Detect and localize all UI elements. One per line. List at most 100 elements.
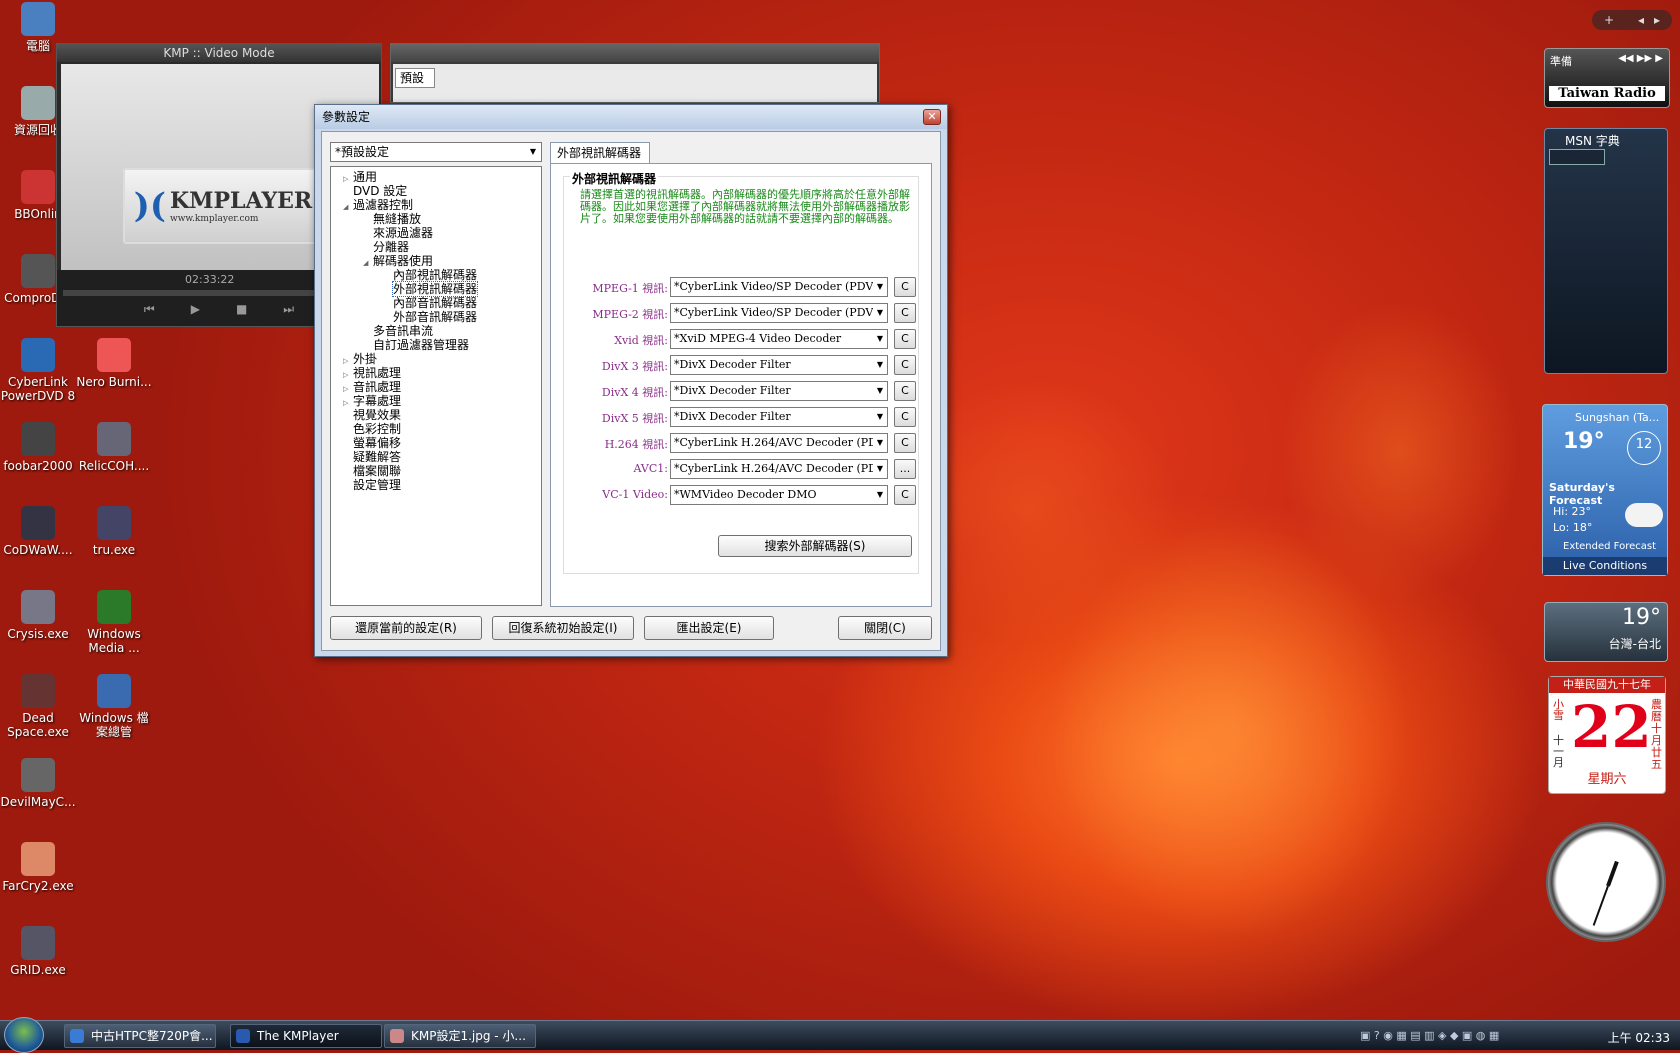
decoder-config-button[interactable]: ... — [894, 459, 916, 479]
settings-tree[interactable]: ▷ 通用 DVD 設定 ◢ 過濾器控制 無縫播放 來源過濾器 分離器 ◢ 解碼器使用 內部視訊解碼器… — [330, 166, 542, 606]
prev-icon[interactable]: ⏮ — [144, 302, 155, 317]
tree-item[interactable]: ▷ 通用 — [331, 170, 541, 184]
tree-item[interactable]: 設定管理 — [331, 478, 541, 492]
tree-item[interactable]: 檔案關聯 — [331, 464, 541, 478]
add-gadget-icon[interactable]: + — [1604, 10, 1614, 30]
tree-item[interactable]: ▷ 外掛 — [331, 352, 541, 366]
desktop-icon[interactable]: Windows 檔案總管 — [76, 674, 152, 739]
decoder-config-button[interactable]: C — [894, 303, 916, 323]
live-conditions[interactable]: Live Conditions — [1543, 557, 1667, 575]
tree-item[interactable]: ◢ 過濾器控制 — [331, 198, 541, 212]
decoder-config-button[interactable]: C — [894, 277, 916, 297]
decoder-config-button[interactable]: C — [894, 485, 916, 505]
next-icon[interactable]: ▸ — [1654, 10, 1660, 30]
calendar-right: 農曆十月廿五 — [1651, 698, 1662, 771]
chevron-down-icon[interactable]: ▼ — [873, 460, 887, 478]
tree-item[interactable]: 外部視訊解碼器 — [331, 281, 541, 297]
desktop-icon[interactable]: RelicCOH.... — [76, 422, 152, 473]
dictionary-input[interactable] — [1549, 149, 1605, 165]
chevron-down-icon[interactable]: ▼ — [873, 408, 887, 426]
tree-item[interactable]: ▷ 字幕處理 — [331, 394, 541, 408]
tree-item[interactable]: 自訂過濾器管理器 — [331, 338, 541, 352]
desktop-icon[interactable]: DevilMayC... — [0, 758, 76, 809]
chevron-down-icon[interactable]: ▼ — [873, 434, 887, 452]
decoder-select[interactable]: *CyberLink Video/SP Decoder (PDVD8) ▼ — [670, 303, 888, 323]
tree-expander-icon[interactable]: ◢ — [343, 200, 353, 214]
restore-button[interactable]: 還原當前的設定(R) — [330, 616, 482, 640]
tree-item[interactable]: 外部音訊解碼器 — [331, 310, 541, 324]
tree-item-label: 外部音訊解碼器 — [393, 310, 478, 324]
desktop-icon[interactable]: Dead Space.exe — [0, 674, 76, 739]
chevron-down-icon[interactable]: ▼ — [873, 330, 887, 348]
chevron-down-icon[interactable]: ▼ — [873, 278, 887, 296]
tree-item-label: 通用 — [353, 170, 378, 184]
tree-item[interactable]: 來源過濾器 — [331, 226, 541, 240]
taskbar-item[interactable]: 中古HTPC整720P會... — [64, 1024, 216, 1048]
tree-item[interactable]: 螢幕偏移 — [331, 436, 541, 450]
taskbar-item[interactable]: KMP設定1.jpg - 小... — [384, 1024, 536, 1048]
decoder-select[interactable]: *CyberLink H.264/AVC Decoder (PDVD8) ▼ — [670, 433, 888, 453]
decoder-select[interactable]: *CyberLink Video/SP Decoder (PDVD8) ▼ — [670, 277, 888, 297]
chevron-down-icon[interactable]: ▼ — [873, 382, 887, 400]
tree-item[interactable]: 多音訊串流 — [331, 324, 541, 338]
desktop-icon[interactable]: foobar2000 — [0, 422, 76, 473]
decoder-config-button[interactable]: C — [894, 407, 916, 427]
radio-controls[interactable]: ◀◀ ▶▶ ▶ — [1618, 53, 1663, 64]
search-decoders-button[interactable]: 搜索外部解碼器(S) — [718, 535, 912, 557]
desktop-icon[interactable]: Crysis.exe — [0, 590, 76, 641]
preset-value: *預設設定 — [335, 145, 390, 159]
tree-item[interactable]: ▷ 視訊處理 — [331, 366, 541, 380]
chevron-down-icon[interactable]: ▼ — [873, 304, 887, 322]
reset-button[interactable]: 回復系統初始設定(I) — [492, 616, 634, 640]
tree-item[interactable]: DVD 設定 — [331, 184, 541, 198]
tray-icons[interactable]: ▣ ? ◉ ▦ ▤ ▥ ◈ ◆ ▣ ◍ ▦ — [1360, 1029, 1499, 1042]
tree-item[interactable]: 色彩控制 — [331, 422, 541, 436]
desktop-icon[interactable]: Nero Burni... — [76, 338, 152, 389]
desktop-icon[interactable]: CoDWaW.... — [0, 506, 76, 557]
tree-expander-icon[interactable]: ◢ — [363, 256, 373, 270]
decoder-config-button[interactable]: C — [894, 355, 916, 375]
chevron-down-icon[interactable]: ▼ — [873, 356, 887, 374]
desktop-icon[interactable]: Windows Media ... — [76, 590, 152, 655]
tab-preset[interactable]: 預設 — [395, 68, 435, 88]
decoder-select[interactable]: *XviD MPEG-4 Video Decoder ▼ — [670, 329, 888, 349]
tab-external-video-decoder[interactable]: 外部視訊解碼器 — [550, 142, 650, 164]
decoder-config-button[interactable]: C — [894, 381, 916, 401]
decoder-select[interactable]: *DivX Decoder Filter ▼ — [670, 407, 888, 427]
taskbar-item[interactable]: The KMPlayer — [230, 1024, 382, 1048]
tree-item[interactable]: 分離器 — [331, 240, 541, 254]
tree-item[interactable]: 無縫播放 — [331, 212, 541, 226]
decoder-select[interactable]: *DivX Decoder Filter ▼ — [670, 381, 888, 401]
radio-gadget[interactable]: 準備 ◀◀ ▶▶ ▶ Taiwan Radio — [1544, 48, 1670, 108]
decoder-config-button[interactable]: C — [894, 433, 916, 453]
kmplayer-window-2[interactable]: 預設 — [390, 43, 880, 103]
tree-item[interactable]: 視覺效果 — [331, 408, 541, 422]
decoder-select[interactable]: *CyberLink H.264/AVC Decoder (PDVD8) ▼ — [670, 459, 888, 479]
desktop-icon[interactable]: tru.exe — [76, 506, 152, 557]
start-button[interactable] — [4, 1017, 44, 1053]
close-icon[interactable]: ✕ — [923, 109, 941, 125]
decoder-config-button[interactable]: C — [894, 329, 916, 349]
tree-item[interactable]: 疑難解答 — [331, 450, 541, 464]
desktop-icon[interactable]: CyberLink PowerDVD 8 — [0, 338, 76, 403]
desktop-icon[interactable]: GRID.exe — [0, 926, 76, 977]
chevron-down-icon[interactable]: ▼ — [873, 486, 887, 504]
decoder-select[interactable]: *WMVideo Decoder DMO ▼ — [670, 485, 888, 505]
decoder-select[interactable]: *DivX Decoder Filter ▼ — [670, 355, 888, 375]
tree-item[interactable]: 內部視訊解碼器 — [331, 268, 541, 282]
export-button[interactable]: 匯出設定(E) — [644, 616, 774, 640]
close-button[interactable]: 關閉(C) — [838, 616, 932, 640]
tree-item[interactable]: ◢ 解碼器使用 — [331, 254, 541, 268]
stop-icon[interactable]: ■ — [236, 302, 247, 317]
tree-item[interactable]: ▷ 音訊處理 — [331, 380, 541, 394]
weather-gadget-2: 19° 台灣-台北 — [1544, 602, 1668, 662]
weather-gadget[interactable]: Sungshan (Ta... 19° 12 Saturday's Foreca… — [1542, 404, 1668, 576]
play-icon[interactable]: ▶ — [191, 302, 200, 317]
preset-select[interactable]: *預設設定 ▼ — [330, 142, 542, 162]
desktop-icon[interactable]: FarCry2.exe — [0, 842, 76, 893]
tree-item[interactable]: 內部音訊解碼器 — [331, 296, 541, 310]
extended-forecast[interactable]: Extended Forecast — [1563, 541, 1656, 552]
chevron-down-icon[interactable]: ▼ — [525, 143, 541, 161]
prev-icon[interactable]: ◂ — [1638, 10, 1644, 30]
next-icon[interactable]: ⏭ — [283, 302, 294, 317]
